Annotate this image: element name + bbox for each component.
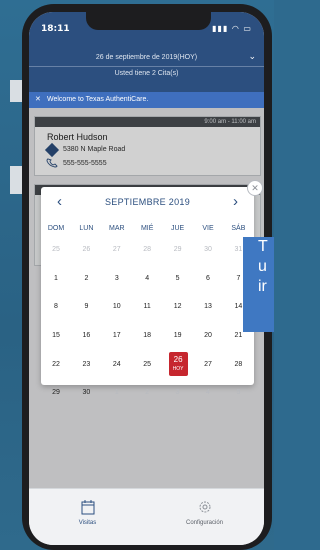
calendar-week: 15 16 17 18 19 20 21 xyxy=(41,328,254,344)
calendar-day[interactable]: 3 xyxy=(102,271,132,287)
calendar-day[interactable]: 28 xyxy=(223,357,253,373)
calendar-day[interactable]: 1 xyxy=(102,385,132,401)
calendar-day-today[interactable]: 26 HOY xyxy=(163,352,193,376)
weekday-label: JUE xyxy=(170,225,185,232)
app-screen: 18:11 ▮▮▮ ◠ ▭ 26 de septiembre de 2019(H… xyxy=(29,12,264,545)
calendar-day[interactable]: 25 xyxy=(132,357,162,373)
today-label: HOY xyxy=(172,366,184,372)
calendar-week: 1234567 xyxy=(41,271,254,287)
banner-line: T xyxy=(258,238,268,255)
close-calendar-button[interactable]: ✕ xyxy=(247,180,263,196)
tab-bar: Visitas Configuración xyxy=(29,488,264,545)
tab-settings-label: Configuración xyxy=(185,520,224,526)
calendar-day[interactable]: 10 xyxy=(102,299,132,315)
calendar-day[interactable]: 2 xyxy=(132,385,162,401)
status-icons: ▮▮▮ ◠ ▭ xyxy=(212,24,252,33)
calendar-day[interactable]: 28 xyxy=(132,242,162,258)
overlay-text-banner: T u ir xyxy=(243,237,274,332)
calendar-day[interactable]: 4 xyxy=(193,385,223,401)
calendar-popup: ‹ SEPTIEMBRE 2019 › DOM LUN MAR MIÉ JUE VIE SÁ… xyxy=(41,187,254,396)
calendar-day[interactable]: 19 xyxy=(163,328,193,344)
close-icon[interactable]: ✕ xyxy=(35,95,41,103)
welcome-message: Welcome to Texas AuthentiCare. xyxy=(47,96,149,103)
calendar-day[interactable]: 15 xyxy=(41,328,71,344)
calendar-day[interactable]: 23 xyxy=(71,357,101,373)
side-decoration xyxy=(10,80,22,102)
calendar-day[interactable]: 27 xyxy=(193,357,223,373)
calendar-day[interactable]: 30 xyxy=(193,242,223,258)
calendar-icon xyxy=(81,500,94,515)
calendar-day[interactable]: 16 xyxy=(71,328,101,344)
calendar-day[interactable]: 13 xyxy=(193,299,223,315)
calendar-day[interactable]: 12 xyxy=(163,299,193,315)
weekday-label: MIÉ xyxy=(140,225,154,232)
status-time: 18:11 xyxy=(41,24,70,34)
weekday-header: DOM LUN MAR MIÉ JUE VIE SÁB xyxy=(41,221,254,237)
calendar-day[interactable]: 27 xyxy=(102,242,132,258)
appointment-count: Usted tiene 2 Cita(s) xyxy=(114,70,179,77)
calendar-day[interactable]: 3 xyxy=(163,385,193,401)
calendar-day[interactable]: 29 xyxy=(41,385,71,401)
next-month-button[interactable]: › xyxy=(233,193,238,210)
calendar-day[interactable]: 18 xyxy=(132,328,162,344)
calendar-day[interactable]: 30 xyxy=(71,385,101,401)
status-bar: 18:11 ▮▮▮ ◠ ▭ xyxy=(29,12,264,46)
divider xyxy=(29,66,264,67)
calendar-day[interactable]: 25 xyxy=(41,242,71,258)
tab-visits[interactable]: Visitas xyxy=(29,499,146,526)
gear-icon xyxy=(199,501,210,513)
tab-settings[interactable]: Configuración xyxy=(146,499,263,526)
calendar-day[interactable]: 22 xyxy=(41,357,71,373)
chevron-down-icon[interactable]: ⌄ xyxy=(248,51,256,62)
banner-line: u xyxy=(258,258,267,275)
weekday-label: VIE xyxy=(202,225,214,232)
date-header[interactable]: 26 de septiembre de 2019(HOY) ⌄ Usted ti… xyxy=(29,46,264,92)
today-day-number: 26 xyxy=(173,355,183,364)
calendar-day[interactable]: 6 xyxy=(193,271,223,287)
calendar-month: SEPTIEMBRE 2019 xyxy=(104,197,191,207)
calendar-day[interactable]: 17 xyxy=(102,328,132,344)
calendar-day[interactable]: 29 xyxy=(163,242,193,258)
calendar-day[interactable]: 8 xyxy=(41,299,71,315)
weekday-label: MAR xyxy=(109,225,125,232)
calendar-day[interactable]: 1 xyxy=(41,271,71,287)
today-highlight: 26 HOY xyxy=(168,352,188,376)
calendar-day[interactable]: 26 xyxy=(71,242,101,258)
side-decoration xyxy=(10,166,22,194)
notch xyxy=(86,12,211,30)
calendar-day[interactable]: 2 xyxy=(71,271,101,287)
calendar-week: 8 9 10 11 12 13 14 xyxy=(41,299,254,315)
calendar-day[interactable]: 5 xyxy=(163,271,193,287)
calendar-day[interactable]: 9 xyxy=(71,299,101,315)
calendar-day[interactable]: 4 xyxy=(132,271,162,287)
welcome-banner: ✕ Welcome to Texas AuthentiCare. xyxy=(29,92,264,108)
tab-visits-label: Visitas xyxy=(78,520,97,526)
calendar-week: 25 26 27 28 29 30 31 xyxy=(41,242,254,258)
weekday-label: DOM xyxy=(47,225,65,232)
banner-line: ir xyxy=(258,278,267,295)
calendar-day[interactable]: 11 xyxy=(132,299,162,315)
calendar-week: 29 30 1 2 3 4 5 xyxy=(41,385,254,401)
current-date: 26 de septiembre de 2019(HOY) xyxy=(95,54,198,61)
weekday-label: SÁB xyxy=(231,225,246,232)
calendar-day[interactable]: 5 xyxy=(223,385,253,401)
calendar-day[interactable]: 24 xyxy=(102,357,132,373)
weekday-label: LUN xyxy=(79,225,94,232)
calendar-day[interactable]: 20 xyxy=(193,328,223,344)
calendar-week: 22 23 24 25 26 HOY 27 28 xyxy=(41,352,254,376)
